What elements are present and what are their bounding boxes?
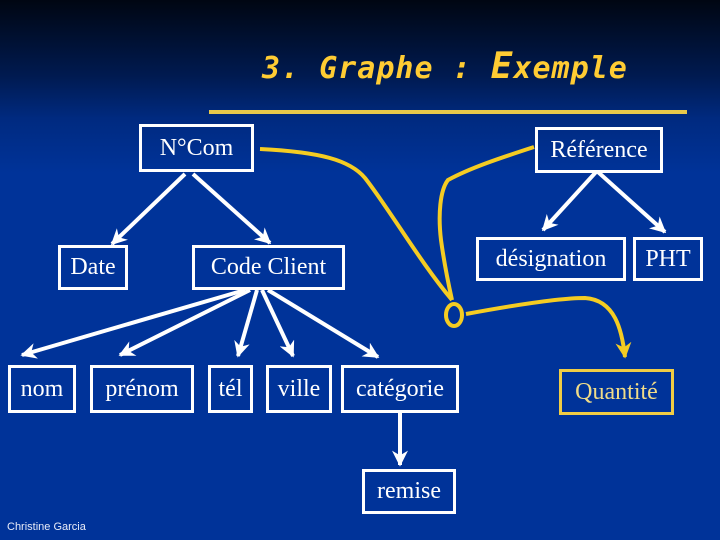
node-designation-label: désignation: [495, 245, 607, 272]
edge-reference-designation: [541, 170, 598, 232]
node-pht: PHT: [633, 237, 703, 281]
edge-ncom-date: [110, 172, 187, 246]
edge-codeclient-categorie: [266, 288, 380, 359]
node-categorie-label: catégorie: [356, 375, 444, 402]
node-remise: remise: [362, 469, 456, 514]
node-nom-label: nom: [20, 375, 64, 402]
junction-circle: [444, 302, 464, 328]
node-tel-label: tél: [218, 375, 243, 402]
node-tel: tél: [208, 365, 253, 413]
node-date: Date: [58, 245, 128, 290]
node-quantite: Quantité: [559, 369, 674, 415]
node-ville: ville: [266, 365, 332, 413]
node-prenom-label: prénom: [105, 375, 179, 402]
node-code-client-label: Code Client: [210, 254, 327, 280]
node-designation: désignation: [476, 237, 626, 281]
edge-codeclient-ville: [260, 289, 295, 358]
node-ville-label: ville: [277, 375, 321, 402]
edge-codeclient-tel: [234, 289, 259, 358]
node-remise-label: remise: [377, 478, 441, 504]
node-pht-label: PHT: [645, 245, 691, 272]
node-categorie: catégorie: [341, 365, 459, 413]
node-quantite-label: Quantité: [575, 378, 658, 405]
node-reference: Référence: [535, 127, 663, 173]
edge-reference-pht: [596, 170, 667, 234]
node-nom: nom: [8, 365, 76, 413]
node-prenom: prénom: [90, 365, 194, 413]
edge-codeclient-nom: [20, 288, 246, 359]
node-code-client: Code Client: [192, 245, 345, 290]
node-reference-label: Référence: [550, 136, 648, 163]
edge-ncom-codeclient: [191, 172, 272, 245]
node-date-label: Date: [70, 254, 116, 280]
node-ncom: N°Com: [139, 124, 254, 172]
edge-junction-quantite: [465, 295, 632, 359]
author-footer: Christine Garcia: [7, 521, 86, 533]
node-ncom-label: N°Com: [159, 134, 234, 161]
